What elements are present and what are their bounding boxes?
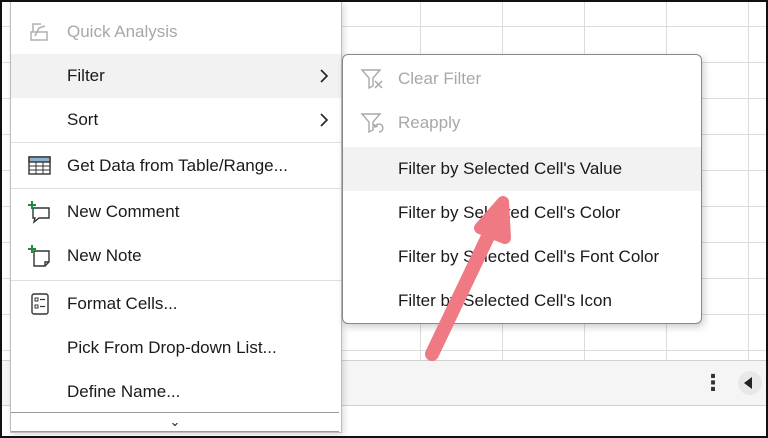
submenu-item-clear-filter[interactable]: Clear Filter <box>343 57 701 101</box>
menu-item-label: Quick Analysis <box>67 22 178 41</box>
format-cells-icon <box>27 292 53 316</box>
menu-item-define-name[interactable]: Define Name... <box>11 370 341 414</box>
submenu-item-filter-by-icon[interactable]: Filter by Selected Cell's Icon <box>343 279 701 323</box>
menu-item-label: Filter <box>67 66 105 85</box>
menu-item-quick-analysis[interactable]: Quick Analysis <box>11 10 341 54</box>
menu-item-get-data[interactable]: Get Data from Table/Range... <box>11 144 341 188</box>
submenu-item-reapply[interactable]: Reapply <box>343 101 701 145</box>
chevron-right-icon <box>317 111 331 129</box>
menu-item-filter[interactable]: Filter <box>11 54 341 98</box>
more-options-icon[interactable]: ⋮ <box>702 369 724 397</box>
menu-item-label: Sort <box>67 110 99 129</box>
chevron-down-icon: ⌄ <box>169 414 181 429</box>
scroll-left-icon[interactable] <box>738 371 762 395</box>
menu-item-label: New Note <box>67 246 142 265</box>
submenu-item-filter-by-font-color[interactable]: Filter by Selected Cell's Font Color <box>343 235 701 279</box>
menu-item-format-cells[interactable]: Format Cells... <box>11 282 341 326</box>
submenu-item-filter-by-color[interactable]: Filter by Selected Cell's Color <box>343 191 701 235</box>
screenshot-frame: ⋮ Quick Analysis Filter Sort Get Data fr… <box>0 0 768 438</box>
context-menu: Quick Analysis Filter Sort Get Data from… <box>10 2 342 433</box>
clear-filter-icon <box>360 67 386 91</box>
new-comment-icon <box>27 200 53 224</box>
menu-item-sort[interactable]: Sort <box>11 98 341 142</box>
new-note-icon <box>27 244 53 268</box>
menu-item-label: Get Data from Table/Range... <box>67 156 288 175</box>
submenu-item-filter-by-value[interactable]: Filter by Selected Cell's Value <box>343 147 701 191</box>
submenu-item-label: Filter by Selected Cell's Color <box>398 203 621 222</box>
menu-separator <box>11 142 341 143</box>
reapply-filter-icon <box>360 111 386 135</box>
menu-item-new-comment[interactable]: New Comment <box>11 190 341 234</box>
menu-item-new-note[interactable]: New Note <box>11 234 341 278</box>
submenu-item-label: Reapply <box>398 113 461 132</box>
submenu-item-label: Clear Filter <box>398 69 482 88</box>
submenu-item-label: Filter by Selected Cell's Icon <box>398 291 612 310</box>
submenu-item-label: Filter by Selected Cell's Value <box>398 159 623 178</box>
menu-more-button[interactable]: ⌄ <box>11 412 339 432</box>
chevron-right-icon <box>317 67 331 85</box>
menu-item-label: Pick From Drop-down List... <box>67 338 277 357</box>
menu-item-label: Format Cells... <box>67 294 178 313</box>
table-icon <box>27 154 53 178</box>
menu-item-pick-from-list[interactable]: Pick From Drop-down List... <box>11 326 341 370</box>
filter-submenu: Clear Filter Reapply Filter by Selected … <box>342 54 702 324</box>
menu-separator <box>11 280 341 281</box>
menu-item-label: Define Name... <box>67 382 181 401</box>
quick-analysis-icon <box>27 20 53 44</box>
menu-item-label: New Comment <box>67 202 180 221</box>
menu-separator <box>11 188 341 189</box>
submenu-item-label: Filter by Selected Cell's Font Color <box>398 247 660 266</box>
